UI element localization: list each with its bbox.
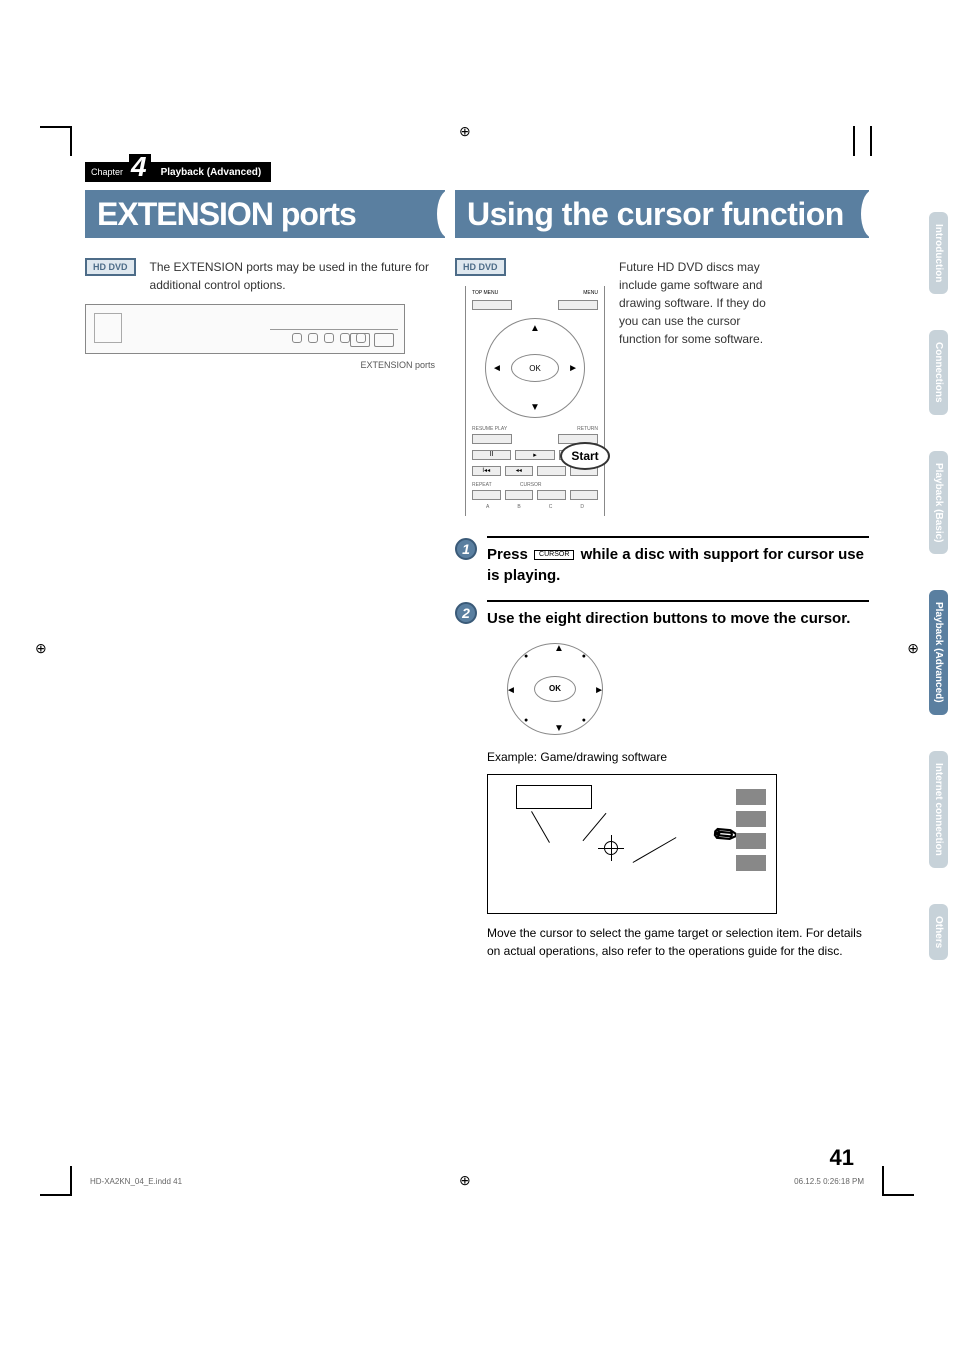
remote-control-illustration: TOP MENU MENU ▲ ▼ ◄ ► OK RESUME PLAY [465,286,605,516]
down-arrow-icon: ▼ [554,722,564,736]
footer-file-info: HD-XA2KN_04_E.indd 41 [90,1177,182,1186]
chapter-number: 4 [129,154,151,182]
left-arrow-icon: ◄ [492,363,502,374]
ok-button-illustration: OK [534,676,576,702]
diag-arrow-icon: ● [582,716,586,726]
page-content: Chapter 4 Playback (Advanced) EXTENSION … [85,160,869,1190]
tab-playback-advanced: Playback (Advanced) [929,590,948,715]
registration-mark: ⊕ [907,640,919,657]
footer-timestamp: 06.12.5 0:26:18 PM [794,1177,864,1186]
cursor-function-banner: Using the cursor function [455,190,869,238]
crop-mark [884,1194,914,1196]
remote-key-a: A [486,504,489,510]
crop-mark [853,126,855,156]
start-callout: Start [560,442,610,470]
remote-label-repeat: REPEAT [472,482,492,488]
step-1: 1 Press CURSOR while a disc with support… [455,536,869,586]
right-column: Using the cursor function HD DVD TOP MEN… [455,190,869,974]
game-caption-text: Move the cursor to select the game targe… [487,924,869,960]
remote-key-c: C [549,504,553,510]
tab-introduction: Introduction [929,212,948,294]
crop-mark [40,1194,70,1196]
registration-mark: ⊕ [459,1172,471,1189]
page-number: 41 [830,1145,854,1171]
crop-mark [40,126,70,128]
step-number-2: 2 [455,602,477,624]
crosshair-icon [598,835,624,861]
remote-ok-button: OK [511,354,559,382]
up-arrow-icon: ▲ [530,323,540,334]
remote-label-resume: RESUME PLAY [472,426,507,432]
left-arrow-icon: ◄ [506,684,516,698]
down-arrow-icon: ▼ [530,402,540,413]
remote-label-cursor: CURSOR [520,482,542,488]
tab-internet-connection: Internet connection [929,751,948,868]
remote-label-topmenu: TOP MENU [472,290,498,296]
step-2-text: Use the eight direction buttons to move … [487,608,869,629]
remote-key-d: D [580,504,584,510]
illustration-caption: EXTENSION ports [85,360,445,370]
chapter-label: Chapter [85,162,129,182]
section-tabs: Introduction Connections Playback (Basic… [929,212,948,960]
registration-mark: ⊕ [459,123,471,140]
step-number-1: 1 [455,538,477,560]
direction-ring-illustration: ▲ ▼ ◄ ► ● ● ● ● OK [507,643,603,735]
registration-mark: ⊕ [35,640,47,657]
tab-others: Others [929,904,948,960]
diag-arrow-icon: ● [524,652,528,662]
tab-connections: Connections [929,330,948,415]
crop-mark [870,126,872,156]
step-2: 2 Use the eight direction buttons to mov… [455,600,869,960]
up-arrow-icon: ▲ [554,642,564,656]
diag-arrow-icon: ● [582,652,586,662]
hddvd-badge: HD DVD [455,258,506,276]
diag-arrow-icon: ● [524,716,528,726]
right-arrow-icon: ► [594,684,604,698]
left-column: EXTENSION ports HD DVD The EXTENSION por… [85,190,445,974]
palette-icon [736,789,766,871]
cursor-button-inline-icon: CURSOR [534,550,574,560]
crop-mark [882,1166,884,1196]
extension-ports-banner: EXTENSION ports [85,190,445,238]
game-example-illustration: ✎ [487,774,777,914]
chapter-title: Playback (Advanced) [151,162,272,182]
crop-mark [70,1166,72,1196]
remote-label-return: RETURN [577,426,598,432]
right-arrow-icon: ► [568,363,578,374]
cursor-intro-text: Future HD DVD discs may include game sof… [619,258,769,348]
remote-direction-ring: ▲ ▼ ◄ ► OK [485,318,585,418]
hddvd-badge: HD DVD [85,258,136,276]
device-rear-illustration [85,304,405,354]
example-label: Example: Game/drawing software [487,749,869,766]
tab-playback-basic: Playback (Basic) [929,451,948,555]
remote-key-b: B [517,504,520,510]
remote-label-menu: MENU [583,290,598,296]
crop-mark [70,126,72,156]
extension-intro-text: The EXTENSION ports may be used in the f… [150,258,445,294]
chapter-header: Chapter 4 Playback (Advanced) [85,160,869,184]
game-window-icon [516,785,592,809]
step-1-text-pre: Press [487,546,532,563]
